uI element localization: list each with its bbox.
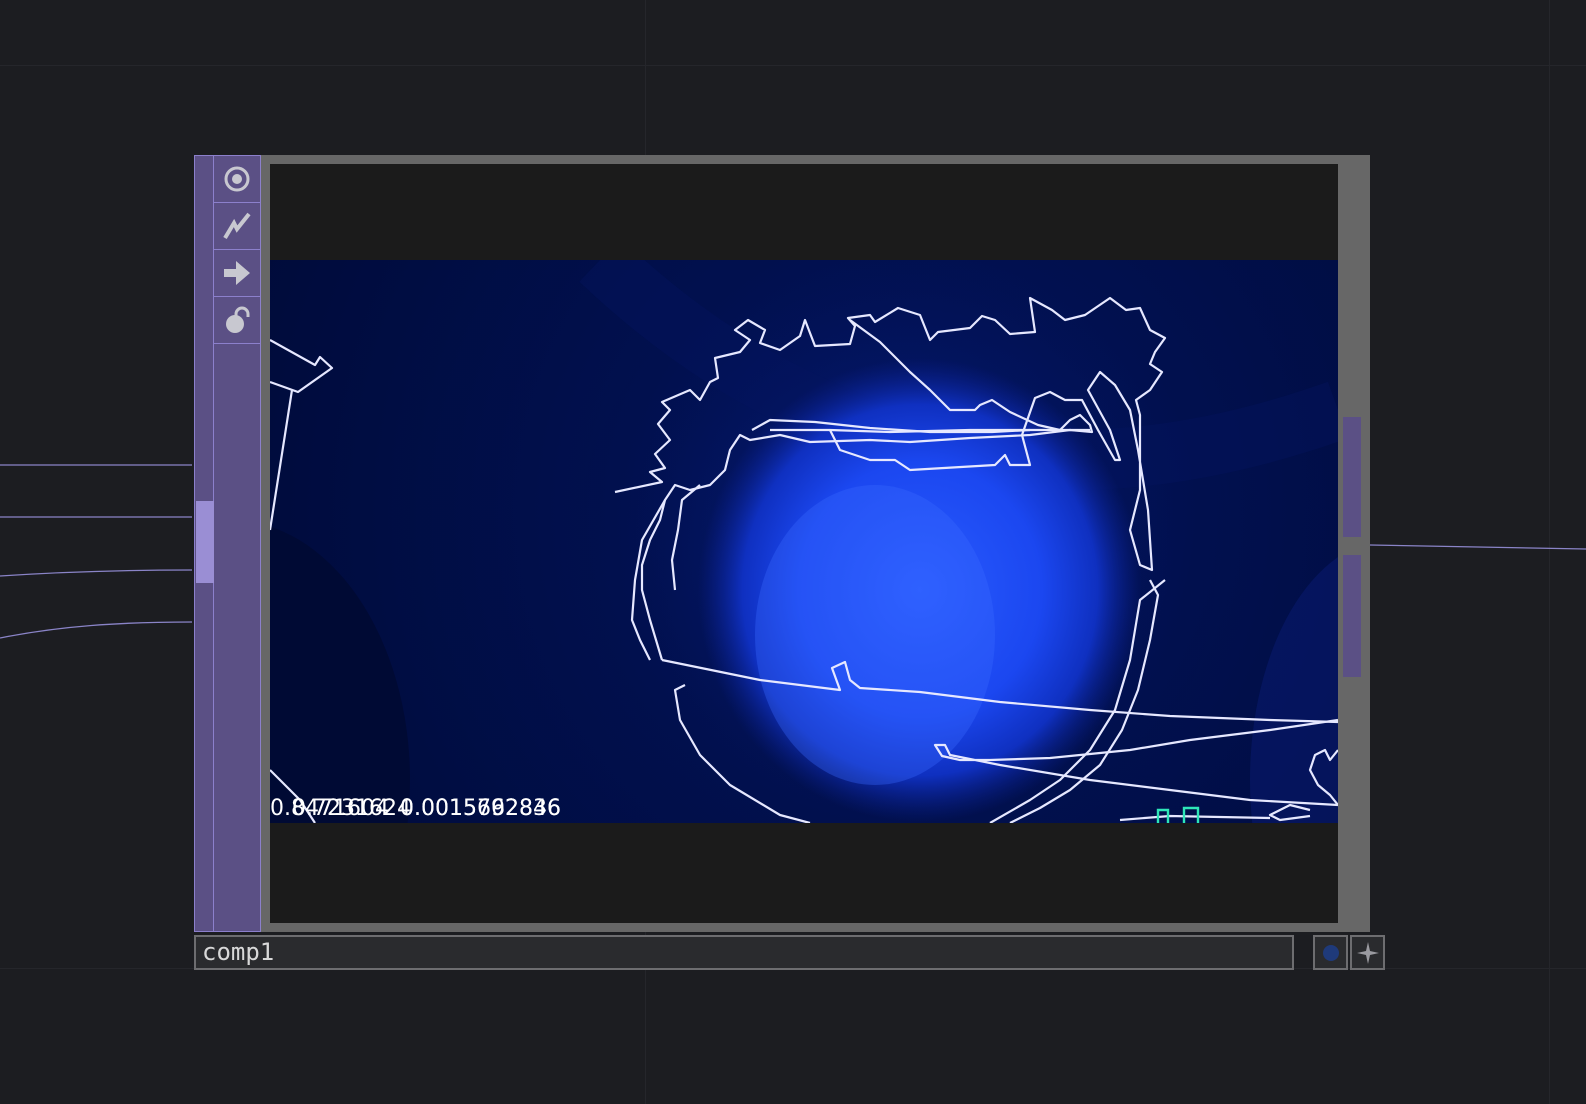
- output-wire: [1369, 544, 1586, 550]
- image-artwork: [270, 260, 1338, 823]
- viewer-canvas[interactable]: 0.8471604 0.7231624 0.0015692836 0.00157…: [270, 164, 1338, 923]
- viewer-active-icon: [224, 166, 250, 192]
- lock-icon: [226, 306, 250, 333]
- node-pin-button[interactable]: [1350, 935, 1385, 970]
- comp-operator-node[interactable]: 0.8471604 0.7231624 0.0015692836 0.00157…: [194, 155, 1370, 932]
- status-dot-icon: [1322, 944, 1339, 961]
- node-color-button[interactable]: [1313, 935, 1348, 970]
- readout-value: 0.7231624: [292, 796, 411, 821]
- lock-flag-button[interactable]: [214, 297, 260, 344]
- readout-value: 0.0015762846: [400, 796, 561, 821]
- input-connector[interactable]: [196, 501, 214, 583]
- export-flag-button[interactable]: [214, 250, 260, 297]
- node-name-field[interactable]: comp1: [194, 935, 1294, 970]
- output-connector[interactable]: [1343, 417, 1361, 537]
- node-flags-panel: [214, 155, 261, 932]
- input-wire: [0, 569, 193, 577]
- composite-image: 0.8471604 0.7231624 0.0015692836 0.00157…: [270, 260, 1338, 823]
- output-connector[interactable]: [1343, 555, 1361, 677]
- viewer-flag-button[interactable]: [214, 156, 260, 203]
- input-connector-strip[interactable]: [194, 155, 214, 932]
- bypass-icon: [223, 212, 251, 240]
- input-wire: [0, 621, 193, 639]
- bypass-flag-button[interactable]: [214, 203, 260, 250]
- export-icon: [224, 261, 250, 285]
- sparkle-icon: [1356, 941, 1379, 964]
- node-viewer[interactable]: 0.8471604 0.7231624 0.0015692836 0.00157…: [261, 155, 1370, 932]
